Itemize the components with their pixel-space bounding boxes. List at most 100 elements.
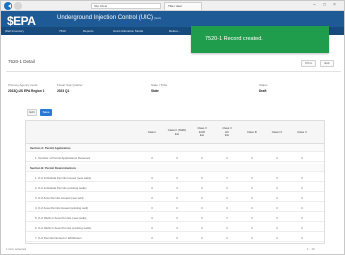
table-cell[interactable]: 0 [300, 226, 304, 230]
table-cell[interactable]: 0 [200, 186, 204, 190]
table-cell[interactable]: 0 [275, 236, 279, 240]
browser-window: http://deel Title / deel – □ × $EPA Unde… [0, 0, 345, 255]
row-label: 6. # of Wells in Area Permits (existing … [35, 226, 92, 230]
table-cell[interactable]: 0 [200, 216, 204, 220]
table-cell[interactable]: 0 [300, 216, 304, 220]
table-cell[interactable]: 0 [275, 206, 279, 210]
table-cell[interactable]: 0 [300, 176, 304, 180]
table-cell[interactable]: 0 [225, 216, 229, 220]
table-cell[interactable]: 0 [150, 236, 154, 240]
table-row: 5. # of Wells in Area Permits (new wells… [26, 214, 324, 222]
table-cell[interactable]: 0 [150, 186, 154, 190]
table-cell[interactable]: 0 [300, 186, 304, 190]
table-cell[interactable]: 0 [250, 236, 254, 240]
save-button[interactable]: Save [40, 109, 52, 116]
minimize-icon[interactable]: – [313, 2, 316, 8]
table-cell[interactable]: 0 [175, 236, 179, 240]
table-cell[interactable]: 0 [225, 226, 229, 230]
table-row: 4. # of Area Permits Issued (existing we… [26, 204, 324, 212]
permit-table: Class I Class II (SWD) EH Class II EOR EH Clas… [25, 120, 325, 244]
table-cell[interactable]: 0 [200, 196, 204, 200]
table-cell[interactable]: 0 [250, 196, 254, 200]
table-cell[interactable]: 0 [150, 176, 154, 180]
print-button[interactable]: Print [301, 60, 316, 67]
table-cell[interactable]: 0 [200, 156, 204, 160]
header-divider [6, 71, 341, 72]
pagination[interactable]: 1 - 10 [307, 247, 315, 251]
table-row: 2. # of Individual Permits (existing wel… [26, 184, 324, 192]
column-header-5: Class III [246, 129, 258, 134]
table-cell[interactable]: 0 [275, 226, 279, 230]
column-header-4: Class II HC EH [222, 126, 232, 138]
epa-logo[interactable]: $EPA [7, 14, 36, 28]
table-cell[interactable]: 0 [175, 226, 179, 230]
table-row: 1. # of Individual Permits Issued (new w… [26, 174, 324, 182]
nav-reference[interactable]: Refere... [169, 29, 181, 33]
table-cell[interactable]: 0 [200, 206, 204, 210]
page-title: 7520-1 Detail [8, 59, 35, 64]
table-cell[interactable]: 0 [275, 196, 279, 200]
table-cell[interactable]: 0 [225, 206, 229, 210]
table-row: 7. # of Permits Denied or Withdrawn 0 0 0 0 0… [26, 234, 324, 242]
nav-reports[interactable]: Reports [83, 29, 94, 33]
table-cell[interactable]: 0 [250, 156, 254, 160]
table-cell[interactable]: 0 [175, 186, 179, 190]
success-toast[interactable]: 7520-1 Record created. [191, 26, 329, 53]
browser-chrome: http://deel Title / deel – □ × [1, 1, 344, 11]
nav-grant-allocation-model[interactable]: Grant Allocation Model [113, 29, 143, 33]
table-row: 1. Number of Permit Applications Receive… [26, 154, 324, 162]
address-bar[interactable]: http://deel [91, 3, 161, 9]
nav-7520[interactable]: 7520 [59, 29, 66, 33]
back-button[interactable] [4, 2, 12, 10]
row-label: 5. # of Wells in Area Permits (new wells… [35, 216, 87, 220]
table-cell[interactable]: 0 [225, 176, 229, 180]
table-cell[interactable]: 0 [300, 236, 304, 240]
state-tribe-value: State [151, 89, 159, 93]
table-cell[interactable]: 0 [250, 186, 254, 190]
table-cell[interactable]: 0 [175, 216, 179, 220]
table-cell[interactable]: 0 [200, 236, 204, 240]
primacy-agency-value: 2023Q-US EPA Region 1 [8, 89, 45, 93]
close-icon[interactable]: × [333, 2, 336, 8]
table-cell[interactable]: 0 [175, 206, 179, 210]
table-cell[interactable]: 0 [150, 226, 154, 230]
table-row: 6. # of Wells in Area Permits (existing … [26, 224, 324, 232]
table-cell[interactable]: 0 [275, 176, 279, 180]
table-row: 3. # of Area Permits Issued (new well) 0 0… [26, 194, 324, 202]
table-cell[interactable]: 0 [275, 186, 279, 190]
table-cell[interactable]: 0 [300, 196, 304, 200]
table-cell[interactable]: 0 [275, 216, 279, 220]
table-cell[interactable]: 0 [250, 226, 254, 230]
table-cell[interactable]: 0 [150, 196, 154, 200]
table-cell[interactable]: 0 [150, 206, 154, 210]
table-section-row: Section B: Permit Determinations [26, 164, 324, 172]
nav-well-inventory[interactable]: Well Inventory [5, 29, 24, 33]
table-cell[interactable]: 0 [150, 216, 154, 220]
table-cell[interactable]: 0 [200, 176, 204, 180]
table-cell[interactable]: 0 [200, 226, 204, 230]
table-cell[interactable]: 0 [225, 186, 229, 190]
table-cell[interactable]: 0 [175, 156, 179, 160]
browser-tab[interactable]: Title / deel [164, 2, 202, 10]
table-cell[interactable]: 0 [150, 156, 154, 160]
row-label: 2. # of Individual Permits (existing wel… [35, 186, 87, 190]
table-cell[interactable]: 0 [250, 216, 254, 220]
exit-button[interactable]: Exit [320, 60, 334, 67]
forward-button[interactable] [14, 2, 22, 10]
table-cell[interactable]: 0 [250, 176, 254, 180]
status-label: Status [259, 83, 268, 87]
table-cell[interactable]: 0 [300, 206, 304, 210]
maximize-icon[interactable]: □ [323, 2, 326, 8]
table-cell[interactable]: 0 [300, 156, 304, 160]
table-cell[interactable]: 0 [225, 196, 229, 200]
app-title: Underground Injection Control (UIC) [57, 15, 154, 21]
edit-button[interactable]: Edit [27, 109, 37, 116]
table-cell[interactable]: 0 [225, 236, 229, 240]
table-cell[interactable]: 0 [250, 206, 254, 210]
table-header: Class I Class II (SWD) EH Class II EOR EH Clas… [26, 121, 324, 144]
table-cell[interactable]: 0 [175, 196, 179, 200]
table-cell[interactable]: 0 [225, 156, 229, 160]
table-cell[interactable]: 0 [275, 156, 279, 160]
table-section-row: Section A: Permit Application [26, 144, 324, 152]
table-cell[interactable]: 0 [175, 176, 179, 180]
